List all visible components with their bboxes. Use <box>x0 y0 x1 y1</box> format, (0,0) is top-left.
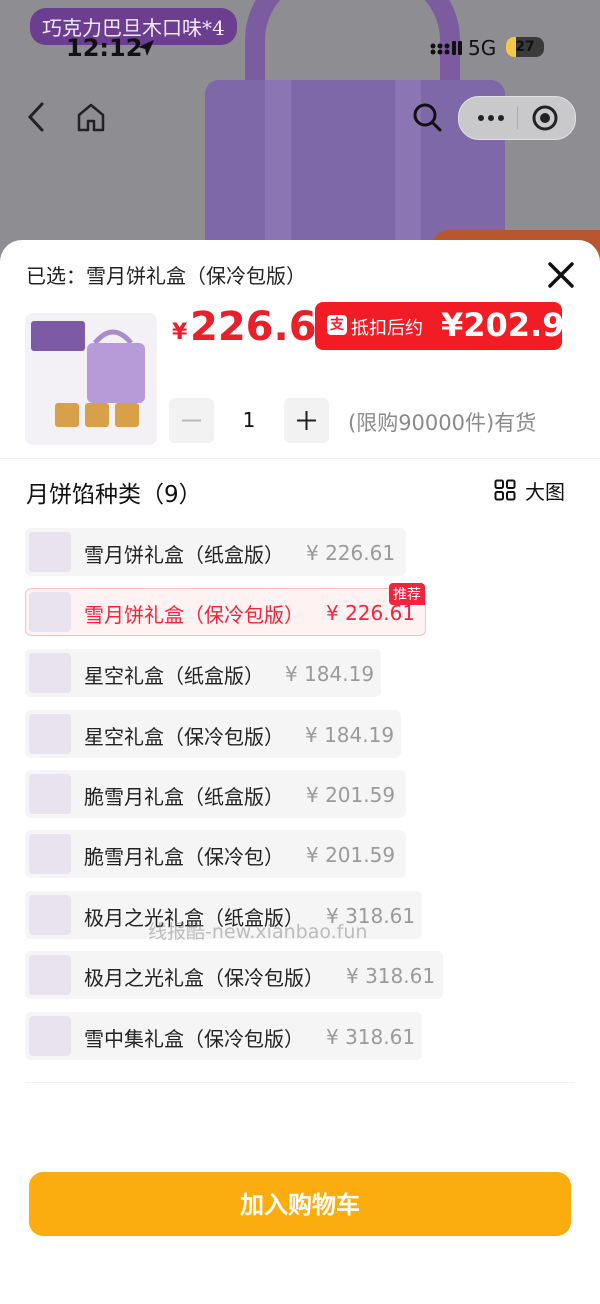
status-time: 12:12 <box>66 34 143 62</box>
option-price: ¥ 226.61 <box>306 541 396 565</box>
home-icon[interactable] <box>74 100 108 134</box>
network-type: 5G <box>468 36 497 60</box>
option-thumbnail <box>29 1016 71 1056</box>
stock-status: (限购90000件)有货 <box>348 411 537 435</box>
signal-icon <box>430 41 462 55</box>
quantity-decrease-button[interactable] <box>169 398 214 443</box>
option-thumbnail <box>29 834 71 874</box>
option-thumbnail <box>29 653 71 693</box>
coupon-price: ¥202.95 <box>441 306 587 344</box>
location-arrow-icon <box>138 40 154 56</box>
option-price: ¥ 318.61 <box>346 964 436 988</box>
quantity-increase-button[interactable] <box>284 398 329 443</box>
add-to-cart-button[interactable]: 加入购物车 <box>29 1172 571 1236</box>
mini-program-capsule <box>458 96 576 140</box>
option-price: ¥ 201.59 <box>306 783 396 807</box>
option-chip[interactable]: 星空礼盒（纸盒版） ¥ 184.19 <box>25 649 381 697</box>
option-price: ¥ 201.59 <box>306 843 396 867</box>
plus-icon <box>297 411 316 430</box>
option-thumbnail <box>29 592 71 632</box>
option-price: ¥ 318.61 <box>326 1025 416 1049</box>
product-thumbnail-art <box>31 321 145 427</box>
product-thumbnail[interactable] <box>25 313 157 445</box>
option-name: 脆雪月礼盒（纸盒版） <box>84 785 284 809</box>
alipay-icon: 支 <box>327 315 347 335</box>
divider <box>0 458 600 459</box>
option-chip[interactable]: 脆雪月礼盒（保冷包） ¥ 201.59 <box>25 830 406 878</box>
option-price: ¥ 184.19 <box>285 662 375 686</box>
selected-sku-label: 已选：雪月饼礼盒（保冷包版） <box>26 264 306 288</box>
category-title: 月饼馅种类（9） <box>26 482 202 508</box>
option-name: 雪月饼礼盒（纸盒版） <box>84 543 284 567</box>
back-icon[interactable] <box>22 100 52 134</box>
option-chip[interactable]: 雪月饼礼盒（纸盒版） ¥ 226.61 <box>25 528 406 576</box>
option-thumbnail <box>29 774 71 814</box>
price-currency: ¥ <box>172 320 188 345</box>
coupon-price-badge: 支 抵扣后约 ¥202.95 <box>315 302 587 350</box>
option-chip[interactable]: 雪中集礼盒（保冷包版） ¥ 318.61 <box>25 1012 422 1060</box>
option-name: 星空礼盒（保冷包版） <box>84 725 284 749</box>
option-chip[interactable]: 极月之光礼盒（保冷包版） ¥ 318.61 <box>25 951 443 999</box>
option-chip[interactable]: 星空礼盒（保冷包版） ¥ 184.19 <box>25 710 401 758</box>
option-thumbnail <box>29 532 71 572</box>
sku-selection-sheet: 已选：雪月饼礼盒（保冷包版） ¥ 226.61 支 抵扣后约 ¥202.95 1… <box>0 240 600 1304</box>
option-name: 星空礼盒（纸盒版） <box>84 664 264 688</box>
coupon-label: 抵扣后约 <box>351 318 423 339</box>
option-thumbnail <box>29 714 71 754</box>
option-name: 雪月饼礼盒（保冷包版） <box>84 603 304 627</box>
option-thumbnail <box>29 895 71 935</box>
minus-icon <box>182 419 201 422</box>
recommend-badge: 推荐 <box>389 583 425 605</box>
option-chip[interactable]: 脆雪月礼盒（纸盒版） ¥ 201.59 <box>25 770 406 818</box>
battery-icon: 27 <box>506 37 544 57</box>
option-chip-selected[interactable]: 雪月饼礼盒（保冷包版） ¥ 226.61 推荐 <box>25 583 426 636</box>
option-name: 雪中集礼盒（保冷包版） <box>84 1027 304 1051</box>
battery-percent: 27 <box>515 39 535 55</box>
big-view-label: 大图 <box>525 480 565 504</box>
watermark: 线报酷-new.xianbao.fun <box>148 921 368 943</box>
more-icon[interactable] <box>471 103 511 133</box>
option-name: 脆雪月礼盒（保冷包） <box>84 845 284 869</box>
capsule-divider <box>517 107 518 129</box>
search-icon[interactable] <box>410 100 444 134</box>
grid-icon <box>494 479 516 501</box>
close-mini-program-icon[interactable] <box>527 103 563 133</box>
option-name: 极月之光礼盒（保冷包版） <box>84 966 324 990</box>
status-bar: 12:12 5G 27 <box>0 34 600 64</box>
option-price: ¥ 184.19 <box>305 723 395 747</box>
quantity-value[interactable]: 1 <box>220 408 278 432</box>
divider <box>25 1082 575 1083</box>
option-thumbnail <box>29 955 71 995</box>
close-icon[interactable] <box>544 258 578 292</box>
